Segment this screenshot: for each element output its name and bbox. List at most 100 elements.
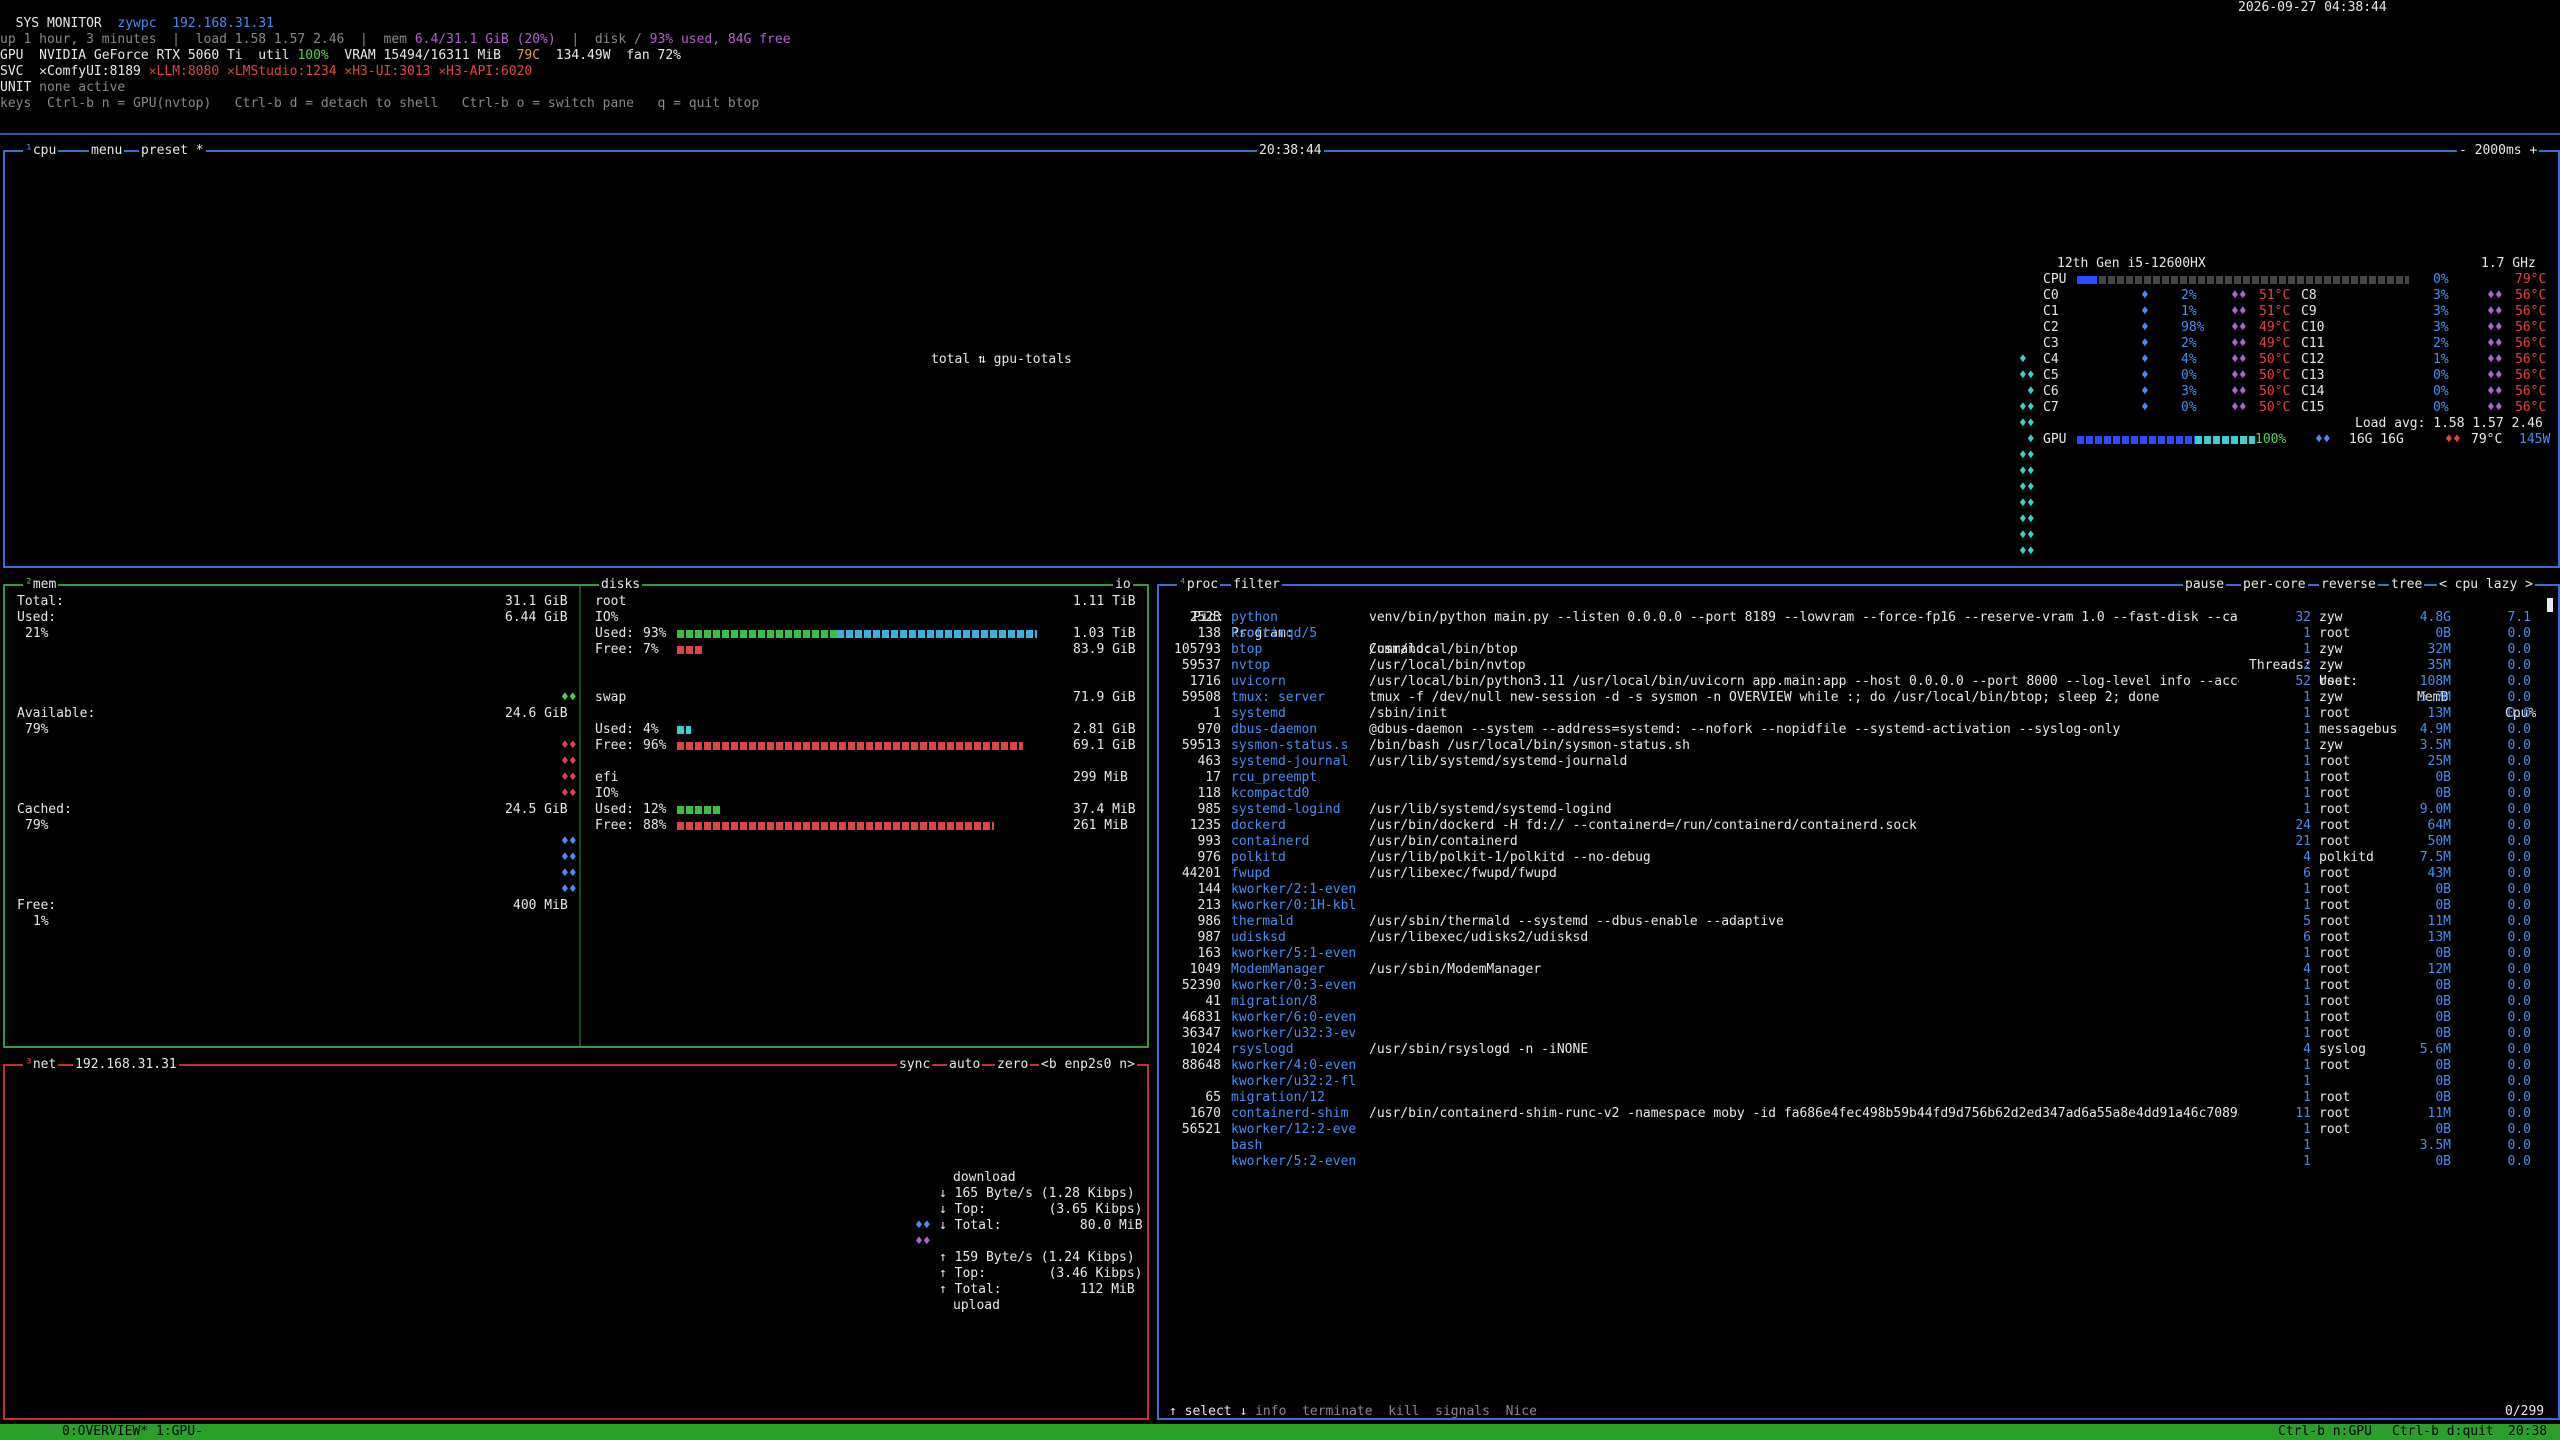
cpu-menu-button[interactable]: menu — [89, 143, 125, 159]
table-row[interactable]: 17 rcu_preempt 1 root 0B 0.0 — [1159, 770, 2557, 786]
table-row[interactable]: kworker/u32:2-fl 1 0B 0.0 — [1159, 1074, 2557, 1090]
table-row[interactable]: 144 kworker/2:1-even 1 root 0B 0.0 — [1159, 882, 2557, 898]
table-row[interactable]: 105793 btop/usr/local/bin/btop 1 zyw 32M 0.0 — [1159, 642, 2557, 658]
gpu-label: GPU — [2043, 432, 2067, 447]
core-temp-graph-icon: ♦♦ — [2487, 400, 2503, 415]
cell-program: kworker/u32:3-ev — [1231, 1026, 1357, 1041]
table-row[interactable]: 1024 rsyslogd/usr/sbin/rsyslogd -n -iNONE… — [1159, 1042, 2557, 1058]
cell-user: root — [2319, 930, 2351, 945]
table-row[interactable]: 986 thermald/usr/sbin/thermald --systemd … — [1159, 914, 2557, 930]
cell-mem: 25M — [2427, 754, 2451, 769]
table-row[interactable]: 1 systemd/sbin/init 1 root 13M 0.0 — [1159, 706, 2557, 722]
nice-button[interactable]: Nice — [1506, 1404, 1537, 1419]
net-box: ³net 192.168.31.31 sync auto zero <b enp… — [3, 1057, 1149, 1420]
cpu-box-title[interactable]: ¹cpu — [23, 143, 59, 159]
core-temp-graph-icon: ♦♦ — [2231, 384, 2247, 399]
signals-button[interactable]: signals — [1435, 1404, 1490, 1419]
table-row[interactable]: 976 polkitd/usr/lib/polkit-1/polkitd --no… — [1159, 850, 2557, 866]
cell-pid: 59508 — [1181, 690, 1221, 705]
disks-io-toggle[interactable]: io — [1113, 577, 1133, 593]
cell-threads: 52 — [2295, 674, 2311, 689]
table-row[interactable]: 987 udisksd/usr/libexec/udisks2/udisksd 6 r… — [1159, 930, 2557, 946]
cell-program: bash — [1231, 1138, 1263, 1153]
cpu-interval-control[interactable]: - 2000ms + — [2457, 143, 2540, 159]
table-row[interactable]: 163 kworker/5:1-even 1 root 0B 0.0 — [1159, 946, 2557, 962]
core-pct: 0% — [2181, 400, 2197, 415]
proc-reverse-toggle[interactable]: reverse — [2319, 577, 2378, 593]
table-row[interactable]: bash 1 3.5M 0.0 — [1159, 1138, 2557, 1154]
proc-pause-button[interactable]: pause — [2183, 577, 2227, 593]
cell-cpu: 0.0 — [2507, 786, 2531, 801]
table-row[interactable]: 59513 sysmon-status.s/bin/bash /usr/local… — [1159, 738, 2557, 754]
table-row[interactable]: 970 dbus-daemon @dbus-daemon --system --ad… — [1159, 722, 2557, 738]
table-row[interactable]: kworker/5:2-even 1 0B 0.0 — [1159, 1154, 2557, 1170]
table-row[interactable]: 1670 containerd-shim/usr/bin/containerd-s… — [1159, 1106, 2557, 1122]
table-row[interactable]: 1235 dockerd/usr/bin/dockerd -H fd:// --c… — [1159, 818, 2557, 834]
table-row[interactable]: 118 kcompactd0 1 root 0B 0.0 — [1159, 786, 2557, 802]
proc-per-core-toggle[interactable]: per-core — [2241, 577, 2308, 593]
net-box-title[interactable]: ³net — [23, 1057, 59, 1073]
proc-box-title[interactable]: ⁴proc — [1177, 577, 1221, 593]
mem-box-title[interactable]: ²mem — [23, 577, 59, 593]
table-row[interactable]: 993 containerd/usr/bin/containerd 21 root 50… — [1159, 834, 2557, 850]
core-temp: 56°C — [2515, 384, 2547, 399]
disk-summary: 93% used, 84G free — [649, 32, 791, 47]
cell-cpu: 7.1 — [2507, 610, 2531, 625]
table-row[interactable]: 36347 kworker/u32:3-ev 1 root 0B 0.0 — [1159, 1026, 2557, 1042]
table-row[interactable]: 44201 fwupd/usr/libexec/fwupd/fwupd 6 root 4… — [1159, 866, 2557, 882]
gpu-fan-label: fan — [626, 48, 650, 63]
net-interface-selector[interactable]: <b enp2s0 n> — [1039, 1057, 1137, 1073]
table-row[interactable]: 59508 tmux: server tmux -f /dev/null new-s… — [1159, 690, 2557, 706]
table-row[interactable]: 56521 kworker/12:2-eve 1 root 0B 0.0 — [1159, 1122, 2557, 1138]
core-graph-icon: ♦ — [2141, 384, 2149, 399]
disk-free: 261 MiB — [1073, 818, 1128, 833]
cell-command: /usr/local/bin/nvtop — [1369, 658, 1526, 673]
core-graph-icon: ♦ — [2141, 288, 2149, 303]
table-row[interactable]: 1049 ModemManager/usr/sbin/ModemManager 4 r… — [1159, 962, 2557, 978]
core-temp-graph-icon: ♦♦ — [2487, 288, 2503, 303]
uptime-load: up 1 hour, 3 minutes | load 1.58 1.57 2.… — [0, 32, 415, 47]
proc-filter-button[interactable]: filter — [1231, 577, 1282, 593]
table-row[interactable]: 52390 kworker/0:3-even 1 root 0B 0.0 — [1159, 978, 2557, 994]
table-row[interactable]: 88648 kworker/4:0-even 1 root 0B 0.0 — [1159, 1058, 2557, 1074]
cell-mem: 5.6M — [2419, 1042, 2451, 1057]
core-pct: 2% — [2181, 336, 2197, 351]
table-row[interactable]: 41 migration/8 1 root 0B 0.0 — [1159, 994, 2557, 1010]
core-temp: 50°C — [2259, 400, 2291, 415]
cell-threads: 24 — [2295, 818, 2311, 833]
cell-command: @dbus-daemon --system --address=systemd:… — [1369, 722, 2121, 737]
table-row[interactable]: 59537 nvtop/usr/local/bin/nvtop 2 zyw 35M 0.0 — [1159, 658, 2557, 674]
table-row[interactable]: 138 ksoftirqd/5 1 root 0B 0.0 — [1159, 626, 2557, 642]
proc-scrollbar-thumb[interactable] — [2547, 598, 2553, 612]
cell-pid: 44201 — [1181, 866, 1221, 881]
kill-button[interactable]: kill — [1388, 1404, 1419, 1419]
dl-total-label: Total: — [954, 1218, 1002, 1233]
cell-mem: 4.8G — [2419, 610, 2451, 625]
table-row[interactable]: 463 systemd-journal/usr/lib/systemd/syste… — [1159, 754, 2557, 770]
net-auto-toggle[interactable]: auto — [947, 1057, 983, 1073]
cell-command: /usr/lib/systemd/systemd-logind — [1369, 802, 1612, 817]
mem-total: 31.1 GiB — [505, 594, 568, 609]
proc-sort-selector[interactable]: < cpu lazy > — [2437, 577, 2535, 593]
table-row[interactable]: 46831 kworker/6:0-even 1 root 0B 0.0 — [1159, 1010, 2557, 1026]
net-sync-toggle[interactable]: sync — [897, 1057, 933, 1073]
proc-tree-toggle[interactable]: tree — [2389, 577, 2425, 593]
cell-threads: 1 — [2303, 1090, 2311, 1105]
info-button[interactable]: info — [1255, 1404, 1286, 1419]
select-button[interactable]: ↑ select ↓ — [1169, 1404, 1247, 1419]
core-name: C15 — [2301, 400, 2325, 415]
terminate-button[interactable]: terminate — [1302, 1404, 1372, 1419]
core-name: C10 — [2301, 320, 2325, 335]
table-row[interactable]: 65 migration/12 1 root 0B 0.0 — [1159, 1090, 2557, 1106]
tmux-window-list[interactable]: 0:OVERVIEW* 1:GPU- — [62, 1424, 203, 1440]
cell-command: /usr/bin/containerd — [1369, 834, 1518, 849]
table-row[interactable]: 2523 python venv/bin/python main.py --list… — [1159, 610, 2557, 626]
net-zero-toggle[interactable]: zero — [995, 1057, 1031, 1073]
table-row[interactable]: 1716 uvicorn/usr/local/bin/python3.11 /us… — [1159, 674, 2557, 690]
disks-title[interactable]: disks — [599, 577, 643, 593]
cell-cpu: 0.0 — [2507, 690, 2531, 705]
cpu-preset-button[interactable]: preset * — [139, 143, 206, 159]
table-row[interactable]: 213 kworker/0:1H-kbl 1 root 0B 0.0 — [1159, 898, 2557, 914]
core-graph-icon: ♦ — [2141, 368, 2149, 383]
table-row[interactable]: 985 systemd-logind/usr/lib/systemd/system… — [1159, 802, 2557, 818]
